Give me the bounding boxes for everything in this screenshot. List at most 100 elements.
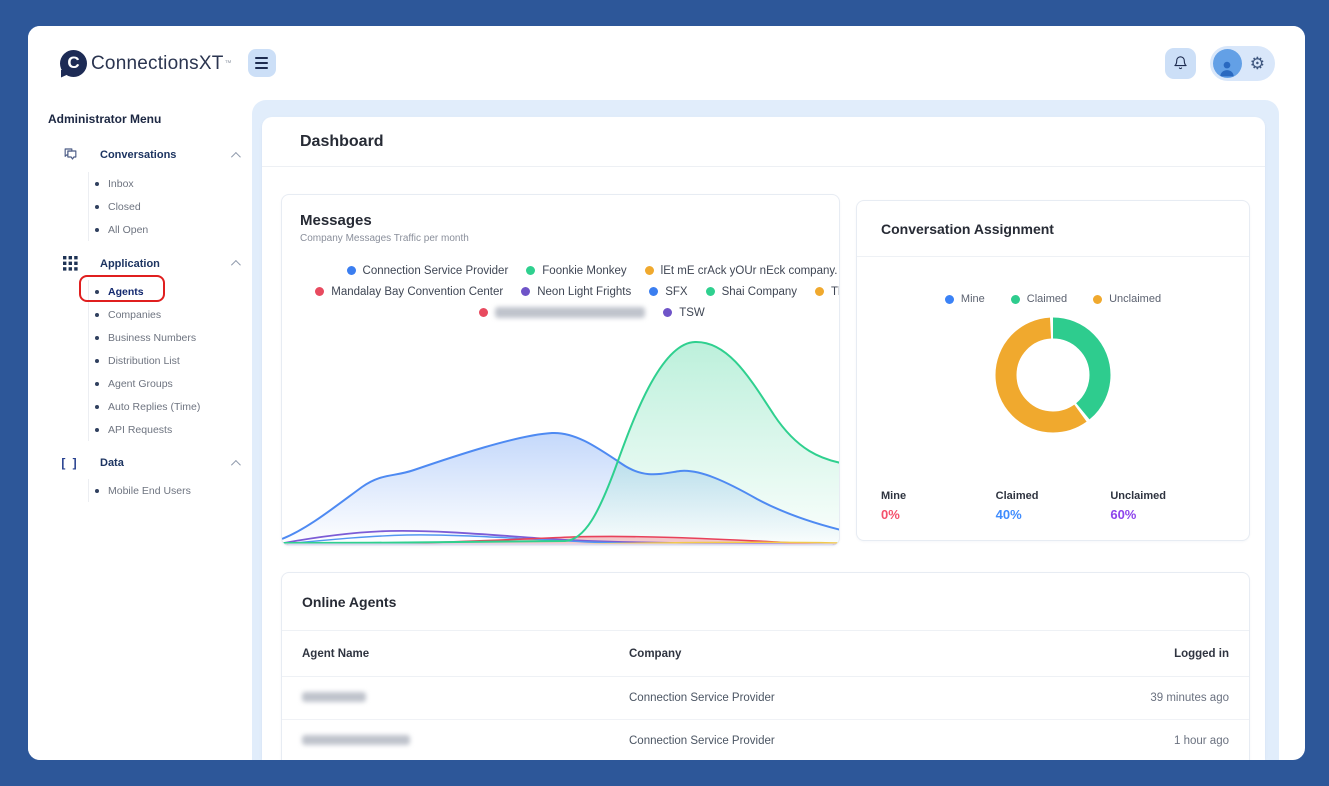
legend-item[interactable]: TSW (663, 307, 705, 319)
profile-pill: ⚙ (1210, 46, 1275, 81)
legend-dot (645, 266, 654, 275)
topbar: C ConnectionsXT™ ⚙ (28, 26, 1305, 100)
legend-item[interactable]: Mandalay Bay Convention Center (315, 286, 503, 298)
messages-legend: Connection Service Provider Foonkie Monk… (282, 260, 839, 323)
redacted-text (495, 307, 645, 318)
legend-item[interactable]: Neon Light Frights (521, 286, 631, 298)
legend-dot (945, 295, 954, 304)
content-panel: Dashboard Messages Company Messages Traf… (252, 100, 1279, 760)
bell-icon (1173, 55, 1188, 71)
app-window: C ConnectionsXT™ ⚙ (28, 26, 1305, 760)
sidebar-section-label: Conversations (100, 149, 231, 161)
conversation-assignment-card: Conversation Assignment Mine Claimed Unc… (856, 200, 1250, 541)
agent-logged-in: 39 minutes ago (1029, 692, 1229, 704)
sidebar-item-inbox[interactable]: Inbox (89, 172, 252, 195)
app-logo[interactable]: C ConnectionsXT™ (60, 50, 232, 77)
sidebar-item-all-open[interactable]: All Open (89, 218, 252, 241)
grid-icon (60, 256, 80, 271)
legend-item-mine[interactable]: Mine (945, 293, 985, 305)
sidebar-items-application: Agents Companies Business Numbers Distri… (88, 280, 252, 441)
table-row: Connection Service Provider 1 hour ago (282, 720, 1249, 760)
legend-dot (521, 287, 530, 296)
logo-speech-bubble-icon: C (60, 50, 87, 77)
sidebar-item-companies[interactable]: Companies (89, 303, 252, 326)
donut-stats: Mine 0% Claimed 40% Unclaimed 60% (881, 490, 1225, 522)
messages-subtitle: Company Messages Traffic per month (300, 233, 821, 244)
table-header-row: Agent Name Company Logged in (282, 631, 1249, 677)
sidebar-section-data: [ ] Data Mobile End Users (28, 449, 252, 502)
legend-dot (347, 266, 356, 275)
redacted-agent-name (302, 692, 366, 702)
legend-item[interactable]: Foonkie Monkey (526, 265, 626, 277)
legend-dot (649, 287, 658, 296)
messages-card: Messages Company Messages Traffic per mo… (281, 194, 840, 546)
sidebar-items-conversations: Inbox Closed All Open (88, 172, 252, 241)
online-agents-header: Online Agents (282, 573, 1249, 631)
brand-zone: C ConnectionsXT™ (60, 49, 276, 77)
chat-bubbles-icon (60, 147, 80, 163)
brackets-icon: [ ] (60, 456, 80, 470)
hamburger-menu-button[interactable] (248, 49, 276, 77)
sidebar-header-data[interactable]: [ ] Data (28, 449, 252, 477)
sidebar-section-label: Data (100, 457, 231, 469)
legend-item-unclaimed[interactable]: Unclaimed (1093, 293, 1161, 305)
legend-dot (315, 287, 324, 296)
legend-dot (706, 287, 715, 296)
column-header-company: Company (629, 648, 1029, 660)
legend-dot (479, 308, 488, 317)
legend-item-claimed[interactable]: Claimed (1011, 293, 1067, 305)
sidebar-items-data: Mobile End Users (88, 479, 252, 502)
online-agents-title: Online Agents (302, 594, 396, 610)
donut-legend: Mine Claimed Unclaimed (857, 293, 1249, 305)
sidebar-section-application: Application Agents Companies Business Nu… (28, 249, 252, 441)
sidebar-item-api-requests[interactable]: API Requests (89, 418, 252, 441)
sidebar-section-label: Application (100, 258, 231, 270)
legend-item-redacted[interactable] (479, 307, 645, 318)
conversation-card-header: Conversation Assignment (857, 201, 1249, 257)
chevron-up-icon (231, 459, 241, 469)
legend-dot (1011, 295, 1020, 304)
donut-chart (857, 315, 1249, 435)
legend-item[interactable]: The Ch (815, 286, 839, 298)
gear-icon[interactable]: ⚙ (1250, 55, 1265, 72)
sidebar-item-closed[interactable]: Closed (89, 195, 252, 218)
stat-unclaimed: Unclaimed 60% (1110, 490, 1225, 522)
messages-title: Messages (300, 212, 821, 229)
legend-item[interactable]: Connection Service Provider (347, 265, 509, 277)
legend-dot (526, 266, 535, 275)
conversation-title: Conversation Assignment (881, 221, 1054, 237)
sidebar-item-distribution-list[interactable]: Distribution List (89, 349, 252, 372)
redacted-agent-name (302, 735, 410, 745)
sidebar-item-agents[interactable]: Agents (89, 280, 252, 303)
sidebar-header-application[interactable]: Application (28, 249, 252, 278)
legend-dot (815, 287, 824, 296)
notifications-bell-button[interactable] (1165, 48, 1196, 79)
sidebar-item-mobile-end-users[interactable]: Mobile End Users (89, 479, 252, 502)
stat-claimed: Claimed 40% (996, 490, 1111, 522)
dashboard-header: Dashboard (262, 117, 1265, 167)
legend-item[interactable]: Shai Company (706, 286, 797, 298)
person-icon (1217, 58, 1237, 78)
agent-company: Connection Service Provider (629, 735, 1029, 747)
sidebar: Administrator Menu Conversations Inbox C… (28, 100, 252, 760)
agent-logged-in: 1 hour ago (1029, 735, 1229, 747)
sidebar-header-conversations[interactable]: Conversations (28, 140, 252, 170)
legend-dot (1093, 295, 1102, 304)
legend-item[interactable]: SFX (649, 286, 687, 298)
table-row: Connection Service Provider 39 minutes a… (282, 677, 1249, 720)
online-agents-card: Online Agents Agent Name Company Logged … (281, 572, 1250, 760)
page-title: Dashboard (300, 133, 384, 151)
sidebar-section-conversations: Conversations Inbox Closed All Open (28, 140, 252, 241)
sidebar-item-auto-replies[interactable]: Auto Replies (Time) (89, 395, 252, 418)
column-header-agent-name: Agent Name (302, 648, 629, 660)
legend-dot (663, 308, 672, 317)
brand-name: ConnectionsXT™ (91, 50, 232, 77)
legend-item[interactable]: lEt mE crAck yOUr nEck company. (645, 265, 838, 277)
trademark-symbol: ™ (225, 60, 232, 67)
agent-company: Connection Service Provider (629, 692, 1029, 704)
stat-mine: Mine 0% (881, 490, 996, 522)
sidebar-item-agent-groups[interactable]: Agent Groups (89, 372, 252, 395)
user-avatar[interactable] (1213, 49, 1242, 78)
sidebar-item-business-numbers[interactable]: Business Numbers (89, 326, 252, 349)
chevron-up-icon (231, 151, 241, 161)
